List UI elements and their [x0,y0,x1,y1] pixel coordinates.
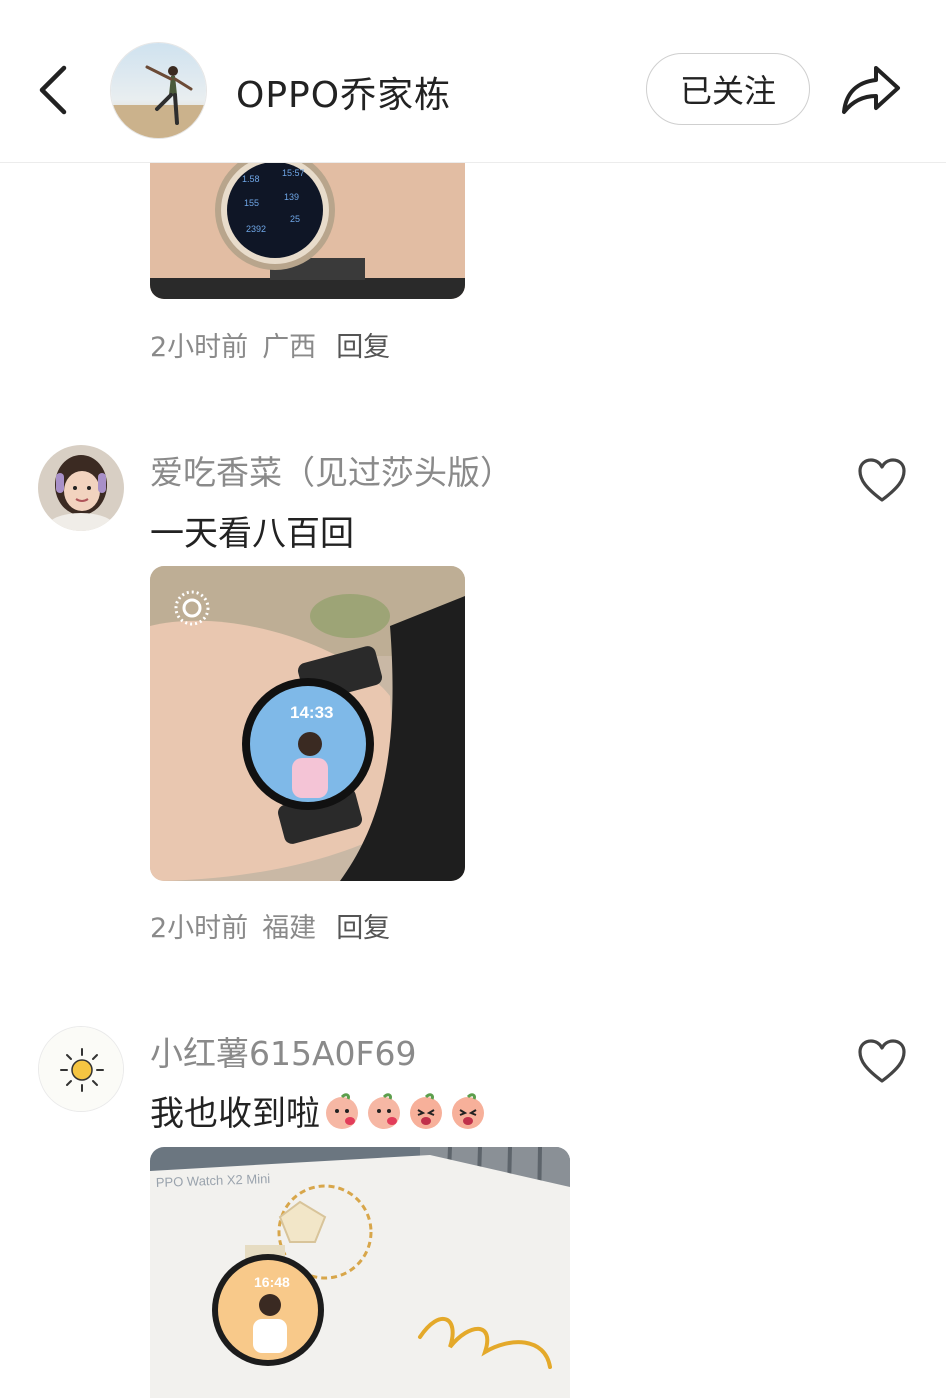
peach-emoji-icon [326,1092,358,1129]
author-avatar[interactable] [110,42,207,139]
post-location: 广西 [262,332,317,363]
follow-button[interactable]: 已关注 [646,53,810,125]
post-time: 2小时前 [150,332,249,363]
comment-image-watch-box[interactable]: PPO Watch X2 Mini 16:48 [150,1147,570,1398]
comment-meta: 2小时前 福建 回复 [150,906,390,945]
commenter-name[interactable]: 爱吃香菜（见过莎头版） [150,446,513,494]
share-icon [842,66,900,114]
svg-text:25: 25 [290,214,300,224]
reply-button[interactable]: 回复 [336,913,390,944]
commenter-avatar[interactable] [38,1026,124,1112]
svg-text:139: 139 [284,192,299,202]
post-meta: 2小时前 广西 回复 [150,325,390,364]
comment-time: 2小时前 [150,913,249,944]
like-button[interactable] [856,1037,908,1085]
post-image-watch-stats[interactable]: 1.58 15:57 155 139 2392 25 [150,150,465,299]
svg-text:14:33: 14:33 [290,703,333,722]
author-name[interactable]: OPPO乔家栋 [236,66,451,118]
comment-text: 一天看八百回 [150,514,354,554]
svg-text:155: 155 [244,198,259,208]
commenter-name[interactable]: 小红薯615A0F69 [150,1027,417,1075]
comment-text: 我也收到啦 [150,1094,320,1134]
svg-text:16:48: 16:48 [254,1274,290,1290]
peach-emoji-icon [452,1092,484,1129]
commenter-avatar[interactable] [38,445,124,531]
comment-text-row: 我也收到啦 [150,1086,488,1135]
top-bar: OPPO乔家栋 已关注 [0,0,946,163]
like-button[interactable] [856,456,908,504]
peach-emoji-icon [368,1092,400,1129]
comment-location: 福建 [262,913,317,944]
svg-text:2392: 2392 [246,224,266,234]
heart-icon [858,1039,906,1083]
reply-button[interactable]: 回复 [336,332,390,363]
back-button[interactable] [30,60,80,120]
back-icon [39,65,67,115]
svg-text:1.58: 1.58 [242,174,260,184]
sun-icon [39,1027,123,1111]
comment-image-watch[interactable]: 14:33 [150,566,465,881]
share-button[interactable] [838,58,904,120]
heart-icon [858,458,906,502]
svg-text:15:57: 15:57 [282,168,305,178]
peach-emoji-icon [410,1092,442,1129]
